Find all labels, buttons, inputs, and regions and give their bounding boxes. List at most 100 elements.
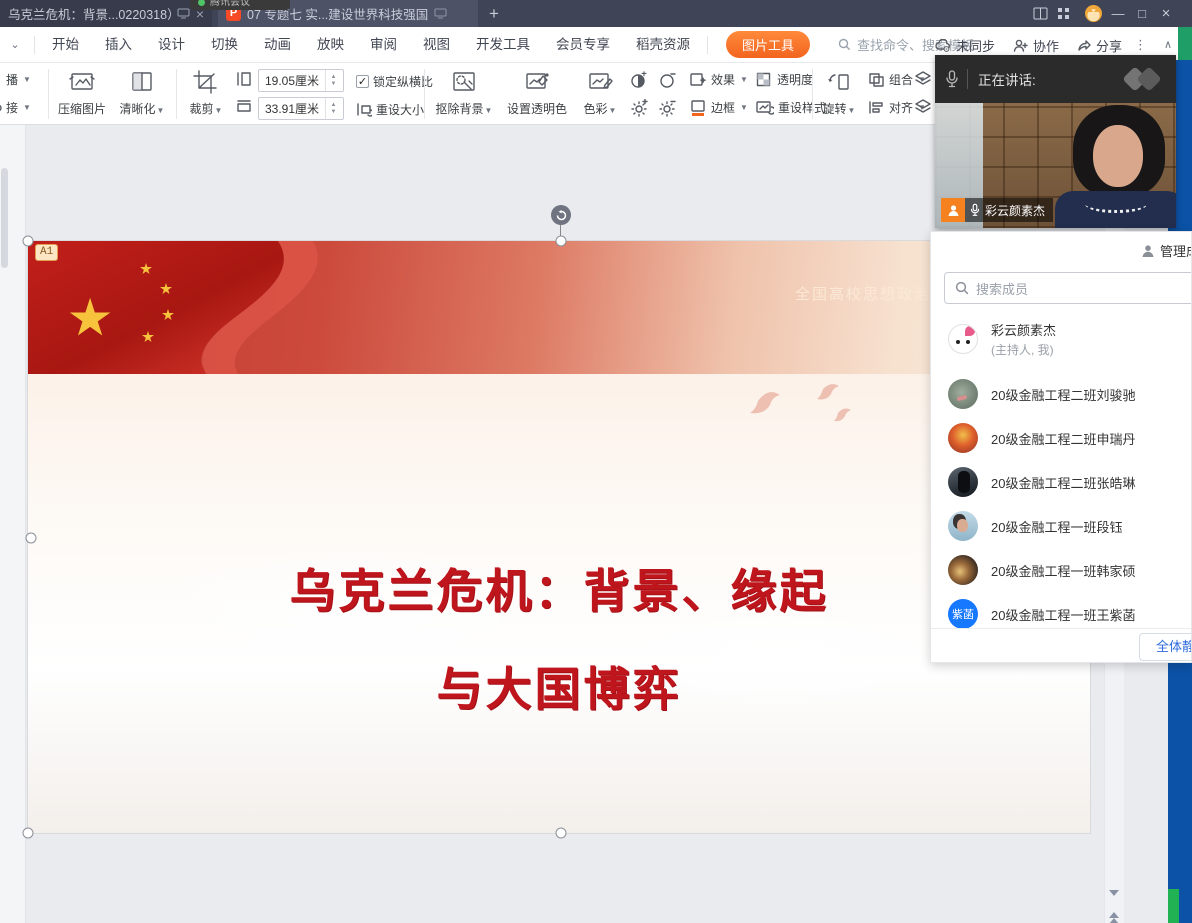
transparent-color-icon: [504, 67, 570, 97]
set-transparent-color-button[interactable]: 设置透明色: [504, 67, 570, 117]
scroll-down-arrow-icon[interactable]: [1109, 890, 1119, 901]
collaborate-button[interactable]: 协作: [1013, 36, 1059, 55]
apps-grid-icon[interactable]: [1057, 7, 1081, 20]
member-name: 20级金融工程二班刘骏驰: [991, 385, 1135, 404]
selection-handle-bottom-center[interactable]: [556, 828, 567, 839]
manage-members-button[interactable]: 管理成员: [1141, 241, 1192, 260]
transparency-button[interactable]: 透明度: [756, 71, 813, 88]
bring-forward-icon[interactable]: [914, 71, 932, 87]
partial-label: 播: [6, 71, 18, 88]
document-tab-active[interactable]: 乌克兰危机：背景...0220318） ×: [0, 0, 212, 27]
share-button[interactable]: 分享: [1077, 36, 1122, 55]
member-name: 20级金融工程一班段钰: [991, 517, 1122, 536]
width-spinner[interactable]: ▲▼: [325, 98, 341, 119]
crop-button[interactable]: 裁剪▼: [184, 67, 228, 117]
rotate-label: 旋转▼: [818, 100, 860, 117]
compress-picture-button[interactable]: 压缩图片: [56, 67, 108, 117]
ribbon-tab-developer[interactable]: 开发工具: [463, 27, 543, 63]
china-flag-graphic: [28, 241, 488, 374]
picture-width-input[interactable]: [259, 102, 325, 116]
selection-handle-middle-left[interactable]: [26, 533, 37, 544]
ribbon-tab-view[interactable]: 视图: [410, 27, 463, 63]
ribbon-tab-review[interactable]: 审阅: [357, 27, 410, 63]
member-row[interactable]: 20级金融工程一班段钰: [931, 504, 1192, 548]
window-controls: — □ ×: [1033, 0, 1178, 27]
rotate-handle[interactable]: [551, 205, 571, 225]
mute-all-button[interactable]: 全体静音: [1139, 633, 1192, 661]
meeting-video-window[interactable]: 正在讲话: 彩云颜素杰: [935, 55, 1176, 228]
contrast-controls: [630, 71, 676, 89]
next-slide-arrow-icon[interactable]: [1109, 913, 1119, 923]
maximize-button[interactable]: □: [1130, 6, 1154, 21]
brightness-down-icon[interactable]: [658, 99, 676, 117]
ribbon-tab-insert[interactable]: 插入: [92, 27, 145, 63]
share-icon: [1077, 39, 1091, 52]
group-label: 组合: [889, 71, 913, 88]
border-label: 边框: [711, 99, 735, 116]
toolbar-partial-link[interactable]: 接▼: [0, 99, 31, 116]
split-view-icon[interactable]: [1033, 7, 1057, 20]
member-row[interactable]: 20级金融工程二班张皓琳: [931, 460, 1192, 504]
contrast-up-icon[interactable]: [630, 71, 648, 89]
member-icon: [1141, 244, 1155, 258]
ribbon-tab-home[interactable]: 开始: [39, 27, 92, 63]
ribbon-tab-transition[interactable]: 切换: [198, 27, 251, 63]
effects-label: 效果: [711, 71, 735, 88]
picture-height-input[interactable]: [259, 74, 325, 88]
ribbon-tab-design[interactable]: 设计: [145, 27, 198, 63]
close-button[interactable]: ×: [1154, 5, 1178, 22]
user-avatar[interactable]: [1085, 5, 1102, 22]
compress-picture-icon: [56, 67, 108, 97]
member-row-host[interactable]: 彩云颜素杰 (主持人, 我): [931, 314, 1192, 364]
new-tab-button[interactable]: +: [483, 3, 505, 25]
search-icon: [838, 38, 851, 51]
sync-status-button[interactable]: 未同步: [935, 36, 995, 55]
lock-aspect-checkbox-row[interactable]: ✓ 锁定纵横比: [356, 73, 433, 90]
slide-thumbnail-panel-collapsed[interactable]: [0, 125, 26, 923]
crop-icon: [184, 67, 228, 97]
set-transparent-color-label: 设置透明色: [504, 100, 570, 117]
brightness-up-icon[interactable]: [630, 99, 648, 117]
contrast-down-icon[interactable]: [658, 71, 676, 89]
speaking-label: 正在讲话:: [978, 69, 1036, 89]
selection-handle-bottom-left[interactable]: [23, 828, 34, 839]
border-button[interactable]: 边框▼: [690, 99, 748, 116]
ribbon-tab-resources[interactable]: 稻壳资源: [623, 27, 703, 63]
minimize-button[interactable]: —: [1106, 6, 1130, 21]
thumbnail-scrollbar[interactable]: [1, 168, 8, 268]
height-spinner[interactable]: ▲▼: [325, 70, 341, 91]
reset-size-button[interactable]: 重设大小: [356, 101, 424, 118]
speaker-video-feed[interactable]: 彩云颜素杰: [935, 103, 1176, 228]
member-row[interactable]: 20级金融工程二班申瑞丹: [931, 416, 1192, 460]
send-backward-icon[interactable]: [914, 99, 932, 115]
ribbon-tab-slideshow[interactable]: 放映: [304, 27, 357, 63]
checkbox-checked-icon[interactable]: ✓: [356, 75, 369, 88]
member-row[interactable]: 20级金融工程二班刘骏驰: [931, 372, 1192, 416]
rotate-button[interactable]: 旋转▼: [818, 67, 860, 117]
align-label: 对齐: [889, 99, 913, 116]
collaborate-label: 协作: [1033, 36, 1059, 55]
picture-height-row: ▲▼: [258, 69, 344, 92]
member-row[interactable]: 20级金融工程一班韩家硕: [931, 548, 1192, 592]
microphone-icon: [945, 70, 959, 88]
ribbon-tab-member[interactable]: 会员专享: [543, 27, 623, 63]
picture-tools-context-tab[interactable]: 图片工具: [726, 31, 810, 58]
brightness-controls: [630, 99, 676, 117]
effects-button[interactable]: 效果▼: [690, 71, 748, 88]
member-name: 20级金融工程一班王紫菡: [991, 605, 1135, 624]
selection-handle-top-center[interactable]: [556, 236, 567, 247]
member-name: 20级金融工程二班申瑞丹: [991, 429, 1135, 448]
speaker-name: 彩云颜素杰: [985, 202, 1045, 219]
ribbon-collapse-icon[interactable]: ⌄: [0, 38, 30, 51]
sync-status-label: 未同步: [956, 36, 995, 55]
color-button[interactable]: 色彩▼: [578, 67, 622, 117]
selection-handle-top-left[interactable]: [23, 236, 34, 247]
reset-style-button[interactable]: 重设样式: [756, 99, 826, 116]
remove-background-button[interactable]: 抠除背景▼: [432, 67, 496, 117]
ribbon-tab-animation[interactable]: 动画: [251, 27, 304, 63]
member-search-input[interactable]: 搜索成员: [944, 272, 1192, 304]
compress-picture-label: 压缩图片: [56, 100, 108, 117]
clarify-button[interactable]: 清晰化▼: [114, 67, 170, 117]
toolbar-partial-play[interactable]: 播▼: [0, 71, 31, 88]
comment-tag-a1[interactable]: A1: [35, 244, 58, 261]
